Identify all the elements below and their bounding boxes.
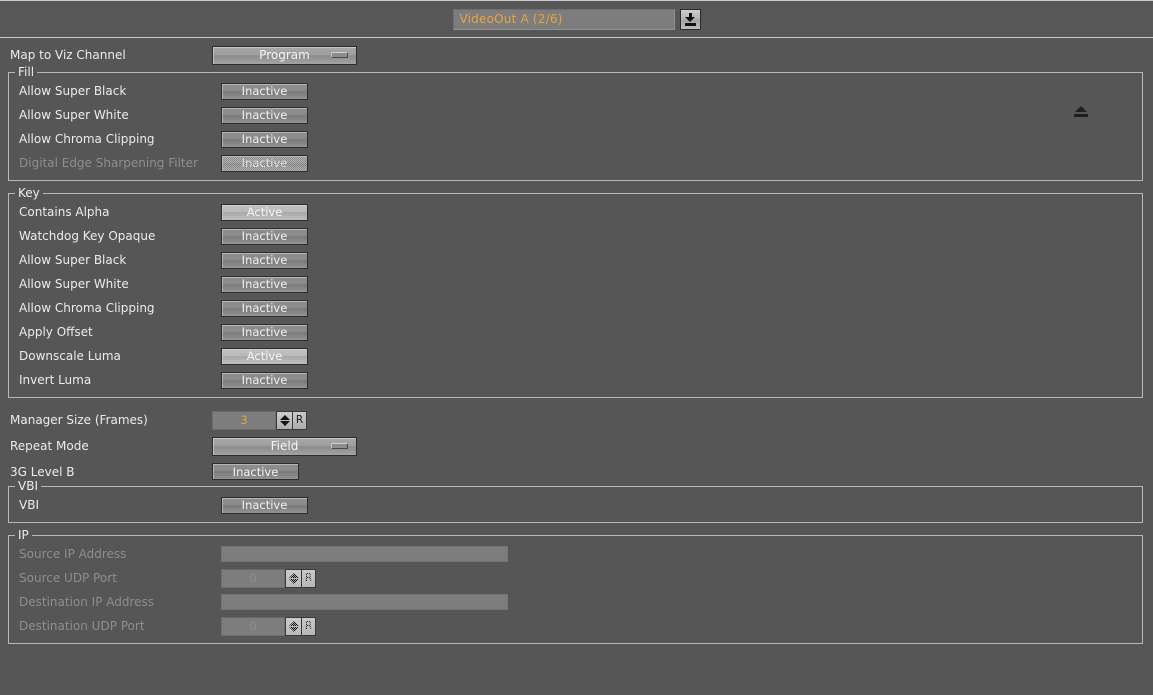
toggle-allow-chroma-clipping-key[interactable]: Inactive <box>221 299 308 317</box>
map-to-viz-channel-label: Map to Viz Channel <box>10 48 126 62</box>
label-allow-super-white-fill: Allow Super White <box>19 108 129 122</box>
map-to-viz-channel-row: Map to Viz Channel Program <box>0 38 1153 72</box>
row-repeat-mode: Repeat Mode Field <box>0 433 1153 459</box>
arrow-down-icon <box>288 626 299 632</box>
title-bar: VideoOut A (2/6) <box>0 0 1153 38</box>
group-fill-legend: Fill <box>15 65 38 79</box>
repeat-mode-value: Field <box>270 439 299 453</box>
group-vbi-legend: VBI <box>15 479 41 493</box>
channel-selector-value[interactable]: VideoOut A (2/6) <box>452 8 675 30</box>
row-contains-alpha: Contains Alpha Active <box>9 200 1142 224</box>
toggle-apply-offset[interactable]: Inactive <box>221 323 308 341</box>
row-destination-ip-address: Destination IP Address <box>9 590 1142 614</box>
arrow-down-icon <box>288 578 299 584</box>
arrow-up-icon <box>279 414 290 420</box>
toggle-3g-level-b[interactable]: Inactive <box>212 463 299 480</box>
toggle-allow-super-black-fill[interactable]: Inactive <box>221 82 308 100</box>
group-fill: Fill Allow Super Black Inactive Allow Su… <box>8 65 1143 181</box>
label-allow-super-white-key: Allow Super White <box>19 277 129 291</box>
toggle-digital-edge-sharpening-filter: Inactive <box>221 154 308 172</box>
toggle-invert-luma[interactable]: Inactive <box>221 371 308 389</box>
label-allow-chroma-clipping-fill: Allow Chroma Clipping <box>19 132 155 146</box>
row-downscale-luma: Downscale Luma Active <box>9 344 1142 368</box>
arrow-down-icon <box>279 420 290 426</box>
row-apply-offset: Apply Offset Inactive <box>9 320 1142 344</box>
destination-udp-port-value: 0 <box>221 616 285 636</box>
channel-selector[interactable]: VideoOut A (2/6) <box>452 8 701 30</box>
destination-udp-port-stepper: 0 R <box>221 616 316 636</box>
map-to-viz-channel-dropdown[interactable]: Program <box>212 45 357 65</box>
row-vbi: VBI Inactive <box>9 493 1142 517</box>
label-contains-alpha: Contains Alpha <box>19 205 110 219</box>
row-source-ip-address: Source IP Address <box>9 542 1142 566</box>
toggle-watchdog-key-opaque[interactable]: Inactive <box>221 227 308 245</box>
destination-udp-port-arrows <box>285 616 302 636</box>
label-allow-super-black-fill: Allow Super Black <box>19 84 127 98</box>
row-destination-udp-port: Destination UDP Port 0 R <box>9 614 1142 638</box>
label-digital-edge-sharpening-filter: Digital Edge Sharpening Filter <box>19 156 198 170</box>
toggle-vbi[interactable]: Inactive <box>221 496 308 514</box>
transport-settings-block: Manager Size (Frames) 3 R Repeat Mode Fi… <box>0 405 1153 486</box>
repeat-mode-dropdown[interactable]: Field <box>212 436 357 456</box>
row-3g-level-b: 3G Level B Inactive <box>0 459 1153 484</box>
destination-udp-port-reset-button: R <box>302 616 316 636</box>
label-allow-chroma-clipping-key: Allow Chroma Clipping <box>19 301 155 315</box>
source-ip-address-input <box>221 546 508 562</box>
row-digital-edge-sharpening-filter: Digital Edge Sharpening Filter Inactive <box>9 151 1142 175</box>
label-allow-super-black-key: Allow Super Black <box>19 253 127 267</box>
label-invert-luma: Invert Luma <box>19 373 92 387</box>
label-3g-level-b: 3G Level B <box>10 464 75 479</box>
toggle-allow-super-black-key[interactable]: Inactive <box>221 251 308 269</box>
label-destination-ip-address: Destination IP Address <box>19 595 155 609</box>
manager-size-arrows[interactable] <box>276 410 293 430</box>
row-allow-super-black-key: Allow Super Black Inactive <box>9 248 1142 272</box>
manager-size-reset-button[interactable]: R <box>293 410 307 430</box>
toggle-downscale-luma[interactable]: Active <box>221 347 308 365</box>
label-downscale-luma: Downscale Luma <box>19 349 121 363</box>
group-ip: IP Source IP Address Source UDP Port 0 R… <box>8 528 1143 644</box>
label-repeat-mode: Repeat Mode <box>10 439 89 453</box>
row-allow-chroma-clipping-fill: Allow Chroma Clipping Inactive <box>9 127 1142 151</box>
chevron-down-icon <box>331 52 348 58</box>
row-allow-super-white-fill: Allow Super White Inactive <box>9 103 1142 127</box>
label-manager-size: Manager Size (Frames) <box>10 413 148 427</box>
row-allow-super-black-fill: Allow Super Black Inactive <box>9 79 1142 103</box>
toggle-allow-chroma-clipping-fill[interactable]: Inactive <box>221 130 308 148</box>
row-source-udp-port: Source UDP Port 0 R <box>9 566 1142 590</box>
channel-selector-dropdown-button[interactable] <box>679 8 701 30</box>
group-vbi: VBI VBI Inactive <box>8 479 1143 523</box>
manager-size-stepper[interactable]: 3 R <box>212 410 307 430</box>
group-ip-legend: IP <box>15 528 32 542</box>
row-allow-super-white-key: Allow Super White Inactive <box>9 272 1142 296</box>
source-udp-port-value: 0 <box>221 568 285 588</box>
toggle-contains-alpha[interactable]: Active <box>221 203 308 221</box>
source-udp-port-reset-button: R <box>302 568 316 588</box>
label-apply-offset: Apply Offset <box>19 325 93 339</box>
settings-page: Map to Viz Channel Program Fill Allow Su… <box>0 38 1153 695</box>
arrow-up-icon <box>288 572 299 578</box>
label-source-udp-port: Source UDP Port <box>19 571 117 585</box>
source-udp-port-stepper: 0 R <box>221 568 316 588</box>
group-key-legend: Key <box>15 186 43 200</box>
group-key: Key Contains Alpha Active Watchdog Key O… <box>8 186 1143 398</box>
toggle-allow-super-white-fill[interactable]: Inactive <box>221 106 308 124</box>
row-manager-size: Manager Size (Frames) 3 R <box>0 407 1153 433</box>
arrow-up-icon <box>288 620 299 626</box>
label-watchdog-key-opaque: Watchdog Key Opaque <box>19 229 156 243</box>
source-udp-port-arrows <box>285 568 302 588</box>
destination-ip-address-input <box>221 594 508 610</box>
row-allow-chroma-clipping-key: Allow Chroma Clipping Inactive <box>9 296 1142 320</box>
map-to-viz-channel-value: Program <box>259 48 310 62</box>
row-watchdog-key-opaque: Watchdog Key Opaque Inactive <box>9 224 1142 248</box>
label-vbi: VBI <box>19 498 39 512</box>
label-destination-udp-port: Destination UDP Port <box>19 619 145 633</box>
chevron-down-icon <box>331 443 348 449</box>
toggle-allow-super-white-key[interactable]: Inactive <box>221 275 308 293</box>
label-source-ip-address: Source IP Address <box>19 547 127 561</box>
download-arrow-icon <box>684 12 696 26</box>
manager-size-value[interactable]: 3 <box>212 410 276 430</box>
row-invert-luma: Invert Luma Inactive <box>9 368 1142 392</box>
